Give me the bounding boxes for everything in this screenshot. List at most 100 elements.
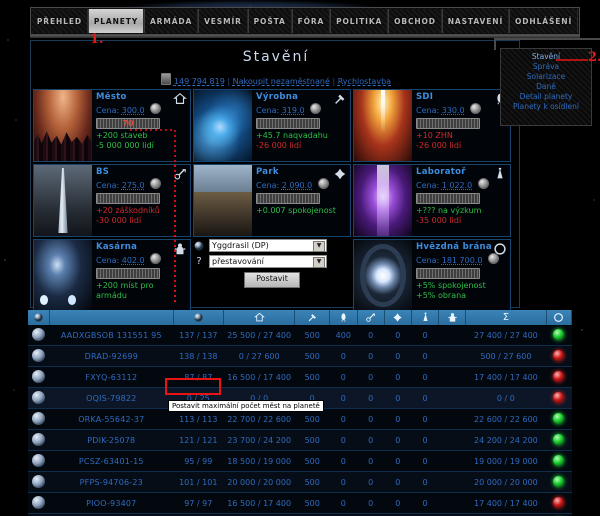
planet-name[interactable]: ORKA-55642-37 — [49, 408, 174, 430]
nav-tab-planety[interactable]: PLANETY — [87, 9, 145, 33]
submenu-item-detailplanety[interactable]: Detail planety — [503, 92, 589, 102]
table-row[interactable]: PCSZ-63401-15 95 / 99 18 500 / 19 000 500 0 0… — [28, 450, 572, 472]
table-row[interactable]: PDIK-25078 121 / 121 23 700 / 24 200 500 0 0 0… — [28, 429, 572, 451]
col-header-soldier-icon[interactable] — [438, 310, 467, 325]
name-col — [106, 312, 117, 323]
chevron-down-icon[interactable]: ▼ — [313, 241, 325, 252]
planet-name[interactable]: AADXGBSOB 131551 95 — [49, 325, 174, 346]
nav-tab-odhlen[interactable]: ODHLÁŠENÍ — [509, 9, 579, 33]
cell-sdi: 500 — [294, 345, 330, 367]
planets-table-wrap: Σ AADXGBSOB 131551 95 137 / 137 25 500 / 2… — [28, 310, 573, 516]
building-thumbnail — [354, 90, 412, 161]
fast-build-link[interactable]: Rychlostavba — [338, 77, 391, 86]
row-planet-icon — [28, 450, 50, 472]
nav-tab-fra[interactable]: FÓRA — [291, 9, 331, 33]
table-row[interactable]: DRAD-92699 138 / 138 0 / 27 600 500 0 0 0 0 500 … — [28, 345, 572, 367]
submenu-item-planetykosdlen[interactable]: Planety k osídlení — [503, 102, 589, 112]
planet-name[interactable]: PIOO-93407 — [49, 492, 174, 514]
col-header-missile-icon[interactable] — [329, 310, 358, 325]
nav-tab-politika[interactable]: POLITIKA — [330, 9, 389, 33]
planet-name[interactable]: FXYQ-63112 — [49, 366, 174, 388]
submenu-item-stavn[interactable]: Stavění — [503, 52, 589, 62]
planet-select[interactable]: Yggdrasil (DP) ▼ — [209, 239, 327, 252]
building-effect: +0.007 spokojenost — [256, 206, 336, 215]
col-header-stargate-icon[interactable] — [546, 310, 573, 325]
planet-name[interactable]: PFPS-94706-23 — [49, 471, 174, 493]
price-label: Cena: — [96, 181, 120, 190]
cell-status — [546, 408, 572, 430]
quantity-input-hvzdnbrna[interactable] — [416, 268, 480, 279]
building-effects: +200 staveb -5 000 000 lidí — [96, 131, 187, 151]
col-header-saboteur-icon[interactable] — [357, 310, 385, 325]
building-card-bs[interactable]: BS Cena: 275.0 +20 záškodníků -30 000 lid… — [33, 164, 191, 237]
submenu-item-solarizace[interactable]: Solarizace — [503, 72, 589, 82]
building-card-msto[interactable]: Město Cena: 300.0 70 +200 staveb -5 000 0… — [33, 89, 191, 162]
col-header-flask-icon[interactable] — [411, 310, 440, 325]
quantity-input-kasrna[interactable] — [96, 268, 160, 279]
nav-tab-obchod[interactable]: OBCHOD — [388, 9, 442, 33]
building-card-park[interactable]: Park Cena: 2 090.0 +0.007 spokojenost — [193, 164, 351, 237]
price-value: 275.0 — [121, 181, 145, 190]
quantity-input-vrobna[interactable] — [256, 118, 320, 129]
cell-buildings[interactable]: 138 / 138 — [173, 345, 224, 367]
quantity-input-laborato[interactable] — [416, 193, 480, 204]
building-card-sdi[interactable]: SDI Cena: 330.0 +10 ZHN -26 000 lidí — [353, 89, 511, 162]
status-badge — [553, 391, 565, 403]
planet-name[interactable]: PCSZ-63401-15 — [49, 450, 174, 472]
cell-buildings[interactable]: 97 / 97 — [173, 492, 224, 514]
col-header-name-col[interactable] — [49, 310, 174, 325]
table-row[interactable]: AADXGBSOB 131551 95 137 / 137 25 500 / 27 … — [28, 325, 572, 346]
col-header-leaf-icon[interactable] — [384, 310, 412, 325]
cell-buildings[interactable]: 95 / 99 — [173, 450, 224, 472]
planet-name[interactable]: OQIS-79822 — [49, 387, 174, 409]
cell-bs: 0 — [329, 387, 358, 409]
submenu-item-sprva[interactable]: Správa — [503, 62, 589, 72]
planet-icon — [32, 348, 46, 362]
quantity-input-bs[interactable] — [96, 193, 160, 204]
planet-name[interactable]: DRAD-92699 — [49, 345, 174, 367]
cell-buildings[interactable]: 121 / 121 — [173, 429, 224, 451]
price-value: 330.0 — [441, 106, 465, 115]
nav-tab-nastaven[interactable]: NASTAVENÍ — [441, 9, 510, 33]
planet-name[interactable]: PDIK-25078 — [49, 429, 174, 451]
nav-tab-vesmr[interactable]: VESMÍR — [198, 9, 248, 33]
submenu-item-dan[interactable]: Daně — [503, 82, 589, 92]
quantity-input-sdi[interactable] — [416, 118, 480, 129]
build-submit-button[interactable]: Postavit — [244, 272, 300, 288]
col-header-hammer-icon[interactable] — [294, 310, 331, 325]
col-header-planet-icon[interactable] — [173, 310, 224, 325]
table-row[interactable]: FXYQ-63112 87 / 87 16 500 / 17 400 500 0 0 0 0 1… — [28, 366, 572, 388]
main-navigation: PŘEHLED PLANETY ARMÁDA VESMÍR POŠTA FÓRA POLIT… — [30, 7, 580, 35]
quantity-input-park[interactable] — [256, 193, 320, 204]
table-row[interactable]: PFPS-94706-23 101 / 101 20 000 / 20 000 500… — [28, 471, 572, 493]
nav-tab-pota[interactable]: POŠTA — [247, 9, 292, 33]
cell-buildings[interactable]: 137 / 137 — [173, 325, 224, 346]
row-planet-icon — [28, 429, 50, 451]
nav-tab-pehled[interactable]: PŘEHLED — [32, 9, 88, 33]
cell-barracks: 0 — [411, 450, 439, 472]
chevron-down-icon-2[interactable]: ▼ — [313, 257, 325, 268]
quantity-input-msto[interactable]: 70 — [96, 118, 160, 129]
col-header-sigma-icon[interactable]: Σ — [465, 310, 547, 325]
cell-buildings[interactable]: 101 / 101 — [173, 471, 224, 493]
buy-unemployed-link[interactable]: Nakoupit nezaměstnané — [233, 77, 330, 86]
col-header-house-icon[interactable] — [223, 310, 296, 325]
col-header-planet-icon[interactable] — [28, 310, 51, 325]
mode-select[interactable]: přestavování ▼ — [209, 255, 327, 268]
nav-tab-armda[interactable]: ARMÁDA — [144, 9, 199, 33]
cell-lab: 0 — [384, 429, 412, 451]
cell-production: 18 500 / 19 000 — [223, 450, 295, 472]
cell-extra — [438, 366, 466, 388]
building-card-laborato[interactable]: Laboratoř Cena: 1 022.0 +??? na výzkum -3… — [353, 164, 511, 237]
building-card-kasrna[interactable]: Kasárna Cena: 402.0 +200 míst pro armádu — [33, 239, 191, 312]
house-icon — [253, 312, 265, 323]
building-card-vrobna[interactable]: Výrobna Cena: 319.0 +45.7 naqvadahu -26 0… — [193, 89, 351, 162]
building-info: Park Cena: 2 090.0 +0.007 spokojenost — [252, 165, 350, 236]
table-row[interactable]: PIOO-93407 97 / 97 16 500 / 17 400 500 0 0 0 0 1… — [28, 492, 572, 514]
building-thumbnail — [194, 90, 252, 161]
cell-total: 17 400 / 17 400 — [465, 366, 547, 388]
credits-value[interactable]: 149 794 819 — [174, 77, 225, 86]
cell-bs: 0 — [329, 492, 358, 514]
table-header-row: Σ — [28, 310, 573, 325]
building-card-hvzdnbrna[interactable]: Hvězdná brána Cena: 181 700.0 +5% spokoj… — [353, 239, 511, 312]
